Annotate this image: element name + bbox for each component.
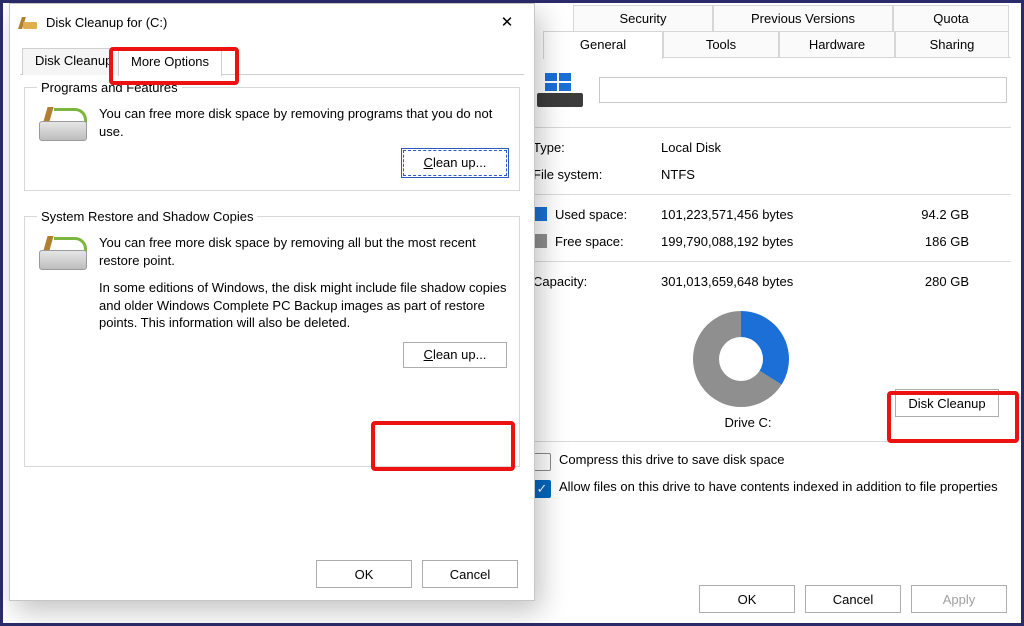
tab-more-options[interactable]: More Options [118, 49, 222, 76]
cleanup-drive-icon [37, 105, 87, 141]
type-value: Local Disk [661, 140, 881, 155]
restore-cleanup-button[interactable]: Clean up... [403, 342, 507, 368]
tab-quota[interactable]: Quota [893, 5, 1009, 31]
disk-cleanup-dialog: Disk Cleanup for (C:) ✕ Disk Cleanup Mor… [9, 3, 535, 601]
free-space-human: 186 GB [889, 234, 969, 249]
compress-checkbox[interactable] [533, 453, 551, 471]
cleanup-ok-button[interactable]: OK [316, 560, 412, 588]
programs-text: You can free more disk space by removing… [99, 105, 507, 140]
properties-cancel-button[interactable]: Cancel [805, 585, 901, 613]
tab-sharing[interactable]: Sharing [895, 31, 1009, 57]
filesystem-label: File system: [533, 167, 653, 182]
index-label: Allow files on this drive to have conten… [559, 479, 998, 495]
properties-apply-button[interactable]: Apply [911, 585, 1007, 613]
tab-previous-versions[interactable]: Previous Versions [713, 5, 893, 31]
index-checkbox[interactable]: ✓ [533, 480, 551, 498]
disk-cleanup-button[interactable]: Disk Cleanup [895, 389, 999, 417]
type-label: Type: [533, 140, 653, 155]
cleanup-drive-icon [37, 234, 87, 270]
titlebar: Disk Cleanup for (C:) ✕ [10, 4, 534, 40]
free-space-bytes: 199,790,088,192 bytes [661, 234, 881, 249]
programs-and-features-legend: Programs and Features [37, 80, 182, 95]
properties-ok-button[interactable]: OK [699, 585, 795, 613]
drive-icon [537, 73, 583, 107]
tab-tools[interactable]: Tools [663, 31, 779, 57]
cleanup-cancel-button[interactable]: Cancel [422, 560, 518, 588]
free-space-label: Free space: [533, 234, 653, 249]
used-space-bytes: 101,223,571,456 bytes [661, 207, 881, 222]
volume-label-input[interactable] [599, 77, 1007, 103]
capacity-label: Capacity: [533, 274, 653, 289]
properties-tabstrip: Security Previous Versions Quota General… [503, 3, 1021, 60]
compress-label: Compress this drive to save disk space [559, 452, 784, 468]
programs-and-features-group: Programs and Features You can free more … [24, 80, 520, 191]
tab-disk-cleanup[interactable]: Disk Cleanup [22, 48, 125, 75]
capacity-bytes: 301,013,659,648 bytes [661, 274, 881, 289]
system-restore-legend: System Restore and Shadow Copies [37, 209, 257, 224]
close-icon[interactable]: ✕ [486, 8, 528, 36]
disk-cleanup-icon [20, 15, 38, 29]
usage-donut-chart [693, 311, 789, 407]
used-space-label: Used space: [533, 207, 653, 222]
capacity-human: 280 GB [889, 274, 969, 289]
drive-label: Drive C: [693, 415, 803, 430]
tab-hardware[interactable]: Hardware [779, 31, 895, 57]
programs-cleanup-button[interactable]: Clean up... [403, 150, 507, 176]
tab-general[interactable]: General [543, 31, 663, 59]
system-restore-group: System Restore and Shadow Copies You can… [24, 209, 520, 467]
restore-text-2: In some editions of Windows, the disk mi… [99, 279, 507, 332]
used-space-human: 94.2 GB [889, 207, 969, 222]
titlebar-text: Disk Cleanup for (C:) [46, 15, 167, 30]
restore-text-1: You can free more disk space by removing… [99, 234, 507, 269]
free-swatch-icon [533, 234, 547, 248]
cleanup-tabstrip: Disk Cleanup More Options [20, 42, 524, 75]
filesystem-value: NTFS [661, 167, 881, 182]
tab-security[interactable]: Security [573, 5, 713, 31]
drive-properties-dialog: Security Previous Versions Quota General… [503, 3, 1021, 623]
used-swatch-icon [533, 207, 547, 221]
